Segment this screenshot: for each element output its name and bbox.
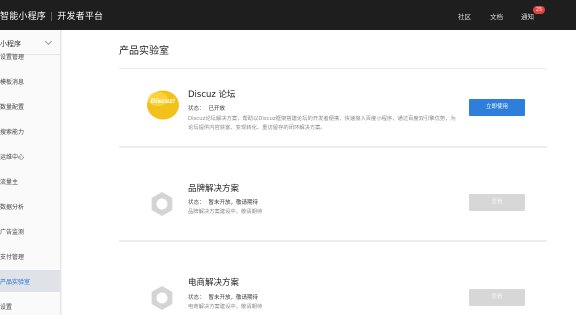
sidebar-item-search[interactable]: 搜索能力 (0, 120, 60, 142)
sidebar-item-settings[interactable]: 设置 (0, 295, 60, 315)
divider (119, 68, 547, 69)
status-value: 已开放 (208, 106, 226, 112)
sidebar-item-ad-monitor[interactable]: 广告监测 (0, 220, 60, 242)
status-key: 状态： (188, 200, 205, 206)
card-divider (119, 240, 547, 242)
card-divider (119, 146, 547, 148)
sidebar-item-payment[interactable]: 支付管理 (0, 245, 60, 267)
sidebar-item-label: 广告监测 (0, 229, 25, 236)
card-desc-brand: 品牌解决方案建设中，敬请期待 (188, 209, 263, 215)
platform-name: 开发者平台 (57, 12, 104, 22)
main-content: 产品实验室 Discuz! Discuz 论坛 状态： 已开放 Discuz论坛解… (62, 30, 576, 315)
status-value: 暂未开放，敬请期待 (208, 295, 259, 301)
status-key: 状态： (188, 106, 205, 112)
card-desc-discuz: Discuz论坛解决方案，帮助以Discuz框架搭建论坛的开发者便携、快速接入百… (188, 116, 456, 131)
sidebar-item-label: 支付管理 (0, 254, 25, 261)
card-status-brand: 状态： 暂未开放，敬请期待 (188, 198, 258, 206)
sidebar-item-label: 模板消息 (0, 79, 25, 86)
sidebar-item-analytics[interactable]: 数据分析 (0, 195, 60, 217)
sidebar: 小程序 设置管理 模板消息 数量配置 搜索能力 运维中心 流量主 数据分析 广告… (0, 30, 61, 315)
card-desc-ecommerce: 电商解决方案建设中，敬请期待 (188, 304, 263, 310)
gear-icon (151, 286, 173, 310)
sidebar-item-product-lab[interactable]: 产品实验室 (0, 270, 60, 292)
view-button-ecommerce[interactable]: 查看 (469, 289, 525, 306)
discuz-logo-text: Discuz! (151, 98, 176, 105)
sidebar-item-label: 流量主 (0, 179, 19, 186)
sidebar-item-traffic[interactable]: 流量主 (0, 170, 60, 192)
sidebar-item-label: 数据分析 (0, 204, 25, 211)
status-key: 状态： (188, 295, 205, 301)
nav-community[interactable]: 社区 (458, 11, 471, 21)
sidebar-item-template-messages[interactable]: 模板消息 (0, 70, 60, 92)
sidebar-item-label: 搜索能力 (0, 129, 25, 136)
card-title-discuz: Discuz 论坛 (188, 90, 236, 100)
chevron-down-icon[interactable] (44, 37, 53, 46)
card-title-brand: 品牌解决方案 (188, 184, 240, 194)
brand-name: 智能小程序 (0, 12, 47, 22)
nav-docs[interactable]: 文档 (490, 11, 503, 21)
sidebar-item-quota[interactable]: 数量配置 (0, 95, 60, 117)
card-status-ecommerce: 状态： 暂未开放，敬请期待 (188, 293, 258, 301)
sidebar-item-label: 产品实验室 (0, 279, 31, 286)
discuz-logo: Discuz! (147, 90, 179, 120)
sidebar-item-label: 数量配置 (0, 104, 25, 111)
nav-notifications[interactable]: 通知 (521, 11, 534, 21)
notification-badge: 25 (533, 6, 545, 14)
card-title-ecommerce: 电商解决方案 (188, 278, 240, 288)
sidebar-item-label: 运维中心 (0, 154, 25, 161)
status-value: 暂未开放，敬请期待 (208, 200, 259, 206)
sidebar-item-label: 设置管理 (0, 54, 25, 61)
page-title: 产品实验室 (119, 46, 169, 57)
sidebar-item-label: 设置 (0, 304, 13, 311)
view-button-brand[interactable]: 查看 (469, 194, 525, 211)
gear-icon (151, 192, 173, 216)
brand[interactable]: 智能小程序 | 开发者平台 (0, 9, 103, 22)
sidebar-item-ops-center[interactable]: 运维中心 (0, 145, 60, 167)
card-status-discuz: 状态： 已开放 (188, 104, 225, 112)
sidebar-item-settings-mgmt[interactable]: 设置管理 (0, 45, 60, 67)
use-now-button[interactable]: 立即使用 (469, 99, 525, 116)
top-bar: 智能小程序 | 开发者平台 社区 文档 通知 25 (0, 0, 576, 30)
brand-separator: | (50, 12, 54, 22)
